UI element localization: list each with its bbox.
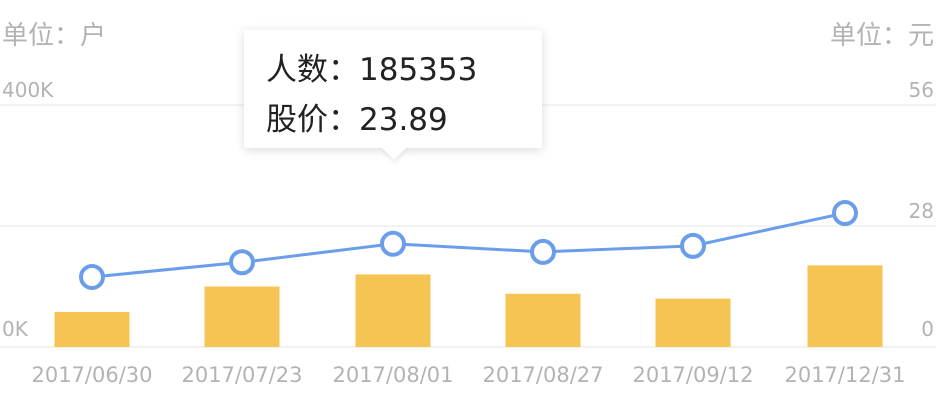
bar-1: [204, 286, 280, 347]
price-line: [91, 211, 846, 279]
x-tick-5: 2017/12/31: [784, 363, 905, 387]
bar-0: [54, 311, 130, 347]
tooltip-count-label: 人数：: [266, 52, 359, 88]
tooltip-row-price: 股价：23.89: [266, 94, 448, 139]
price-point-1: [229, 249, 255, 276]
price-point-3: [530, 238, 556, 265]
bar-4: [655, 298, 731, 347]
x-tick-2: 2017/08/01: [332, 363, 453, 387]
tooltip-price-label: 股价：: [266, 102, 359, 138]
right-tick-bottom: 0: [921, 317, 934, 341]
x-tick-0: 2017/06/30: [31, 363, 152, 387]
price-point-2: [380, 230, 406, 257]
tooltip: 人数：185353 股价：23.89: [244, 30, 542, 148]
left-tick-bottom: 0K: [2, 317, 29, 341]
bar-series: [54, 265, 883, 347]
right-tick-top: 56: [909, 78, 934, 102]
line-series: [79, 200, 858, 290]
tooltip-price-value: 23.89: [359, 102, 448, 138]
tooltip-count-value: 185353: [359, 52, 478, 88]
x-tick-4: 2017/09/12: [632, 363, 753, 387]
right-unit-label: 单位：元: [830, 21, 934, 51]
tooltip-pointer: [381, 147, 407, 160]
tooltip-row-count: 人数：185353: [266, 44, 477, 89]
price-point-5: [832, 200, 858, 227]
right-tick-mid: 28: [909, 199, 934, 223]
left-unit-label: 单位：户: [2, 21, 106, 51]
price-point-4: [680, 232, 706, 259]
price-point-0: [79, 263, 105, 290]
left-tick-top: 400K: [2, 78, 54, 102]
bar-2: [355, 274, 431, 347]
bar-5: [807, 265, 883, 347]
x-tick-1: 2017/07/23: [181, 363, 302, 387]
x-tick-3: 2017/08/27: [482, 363, 603, 387]
bar-3: [505, 293, 581, 347]
